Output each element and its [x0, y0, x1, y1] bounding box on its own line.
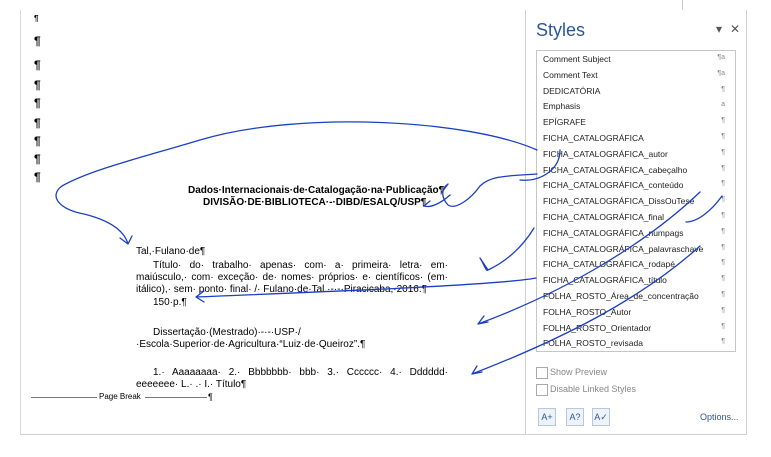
style-item-name: FICHA_CATALOGRÁFICA_cabeçalho	[543, 164, 688, 175]
style-type-icon: ¶	[721, 180, 725, 188]
style-type-icon: ¶	[721, 211, 725, 219]
style-item[interactable]: FOLHA_ROSTO_Orientador ¶	[537, 320, 735, 336]
style-item-name: FOLHA_ROSTO_Orientador	[543, 322, 652, 333]
page-break: Page Break ¶	[31, 391, 213, 403]
subjects-paragraph: 1.· Aaaaaaaa· 2.· Bbbbbbb· bbb· 3.· Cccc…	[136, 367, 448, 390]
styles-pane-title: Styles	[536, 20, 586, 40]
style-item[interactable]: Comment Subject ¶a	[537, 51, 735, 67]
style-item-name: FICHA_CATALOGRÁFICA_conteúdo	[543, 180, 684, 191]
style-item[interactable]: FOLHA_ROSTO_Área_de_concentração ¶	[537, 288, 735, 304]
style-item[interactable]: FICHA_CATALOGRÁFICA_rodapé ¶	[537, 256, 735, 272]
document-page[interactable]: ¶ ¶ ¶ ¶ ¶ ¶ ¶ ¶ ¶ Dados·Internacionais·d…	[20, 10, 526, 435]
manage-styles-icon[interactable]: A✓	[592, 408, 610, 426]
pane-menu-icon[interactable]: ▾	[716, 22, 722, 36]
pilcrow-mark: ¶	[208, 392, 213, 402]
style-item[interactable]: FOLHA_ROSTO_Autor ¶	[537, 304, 735, 320]
style-item-name: FICHA_CATALOGRÁFICA_DissOuTese	[543, 196, 695, 207]
styles-list[interactable]: Comment Subject ¶a Comment Text ¶a DEDICATÓR…	[536, 50, 736, 352]
style-item[interactable]: EPÍGRAFE ¶	[537, 114, 735, 130]
style-type-icon: ¶	[721, 196, 725, 204]
style-item[interactable]: FICHA_CATALOGRÁFICA_final ¶	[537, 209, 735, 225]
style-type-icon: ¶	[721, 164, 725, 172]
style-type-icon: ¶a	[717, 69, 725, 77]
pilcrow-mark: ¶	[34, 152, 41, 166]
pilcrow-mark: ¶	[34, 78, 41, 92]
pilcrow-mark: ¶	[34, 116, 41, 130]
style-type-icon: ¶	[721, 117, 725, 125]
pilcrow-mark: ¶	[34, 96, 41, 110]
style-item-name: FICHA_CATALOGRÁFICA_título	[543, 275, 667, 286]
style-type-icon: ¶	[721, 338, 725, 346]
title-paragraph: Título· do· trabalho· apenas· com· a· pr…	[136, 260, 448, 295]
style-item-name: Comment Subject	[543, 54, 611, 64]
style-item-name: DEDICATÓRIA	[543, 85, 601, 96]
disable-linked-styles-label: Disable Linked Styles	[550, 384, 637, 394]
style-item-name: Comment Text	[543, 69, 598, 80]
pages-line: 150·p.¶	[153, 297, 187, 308]
style-item-name: FOLHA_ROSTO_Autor	[543, 306, 632, 317]
style-type-icon: ¶	[721, 85, 725, 93]
styles-pane: Styles ▾ ✕ Comment Subject ¶a Comment Text…	[525, 10, 747, 435]
style-type-icon: ¶	[721, 259, 725, 267]
style-item-name: EPÍGRAFE	[543, 117, 586, 128]
pilcrow-mark: ¶	[34, 134, 41, 148]
author-line: Tal,·Fulano·de¶	[136, 246, 206, 257]
disable-linked-styles-checkbox[interactable]	[536, 384, 548, 396]
style-item[interactable]: FOLHA_ROSTO_revisada ¶	[537, 335, 735, 351]
style-type-icon: ¶	[721, 275, 725, 283]
page-break-label: Page Break	[99, 392, 141, 401]
style-type-icon: ¶	[721, 322, 725, 330]
style-item-name: FICHA_CATALOGRÁFICA_palavraschave	[543, 243, 704, 254]
style-item-name: FICHA_CATALOGRÁFICA_numpags	[543, 227, 684, 238]
style-item-name: Emphasis	[543, 101, 581, 112]
style-item[interactable]: FICHA_CATALOGRÁFICA ¶	[537, 130, 735, 146]
options-link[interactable]: Options...	[700, 412, 739, 422]
style-item[interactable]: FICHA_CATALOGRÁFICA_título ¶	[537, 272, 735, 288]
style-type-icon: ¶	[721, 132, 725, 140]
library-division: DIVISÃO·DE·BIBLIOTECA·-·DIBD/ESALQ/USP¶	[203, 197, 427, 208]
style-item-name: FOLHA_ROSTO_revisada	[543, 338, 643, 349]
pilcrow-mark: ¶	[34, 34, 41, 48]
style-item-name: FOLHA_ROSTO_Área_de_concentração	[543, 290, 699, 301]
style-item[interactable]: FICHA_CATALOGRÁFICA_autor ¶	[537, 146, 735, 162]
style-type-icon: ¶	[721, 243, 725, 251]
style-item[interactable]: FICHA_CATALOGRÁFICA_cabeçalho ¶	[537, 162, 735, 178]
style-item-name: FICHA_CATALOGRÁFICA	[543, 132, 644, 143]
style-type-icon: ¶	[721, 227, 725, 235]
close-icon[interactable]: ✕	[730, 22, 740, 36]
new-style-icon[interactable]: A+	[538, 408, 556, 426]
style-item[interactable]: Comment Text ¶a	[537, 67, 735, 83]
pilcrow-mark: ¶	[34, 170, 41, 184]
show-preview-checkbox[interactable]	[536, 367, 548, 379]
style-item-name: FICHA_CATALOGRÁFICA_rodapé	[543, 259, 675, 270]
style-item-name: FICHA_CATALOGRÁFICA_autor	[543, 148, 668, 159]
style-item[interactable]: DEDICATÓRIA ¶	[537, 83, 735, 99]
style-item[interactable]: FICHA_CATALOGRÁFICA_palavraschave ¶	[537, 241, 735, 257]
pilcrow-mark: ¶	[34, 58, 41, 72]
pilcrow-mark: ¶	[34, 14, 39, 23]
dissertation-paragraph: Dissertação·(Mestrado)·-·-·USP·/·Escola·…	[136, 327, 366, 350]
style-item[interactable]: FICHA_CATALOGRÁFICA_DissOuTese ¶	[537, 193, 735, 209]
style-item[interactable]: FICHA_CATALOGRÁFICA_numpags ¶	[537, 225, 735, 241]
catalog-heading: Dados·Internacionais·de·Catalogação·na·P…	[188, 185, 445, 196]
style-item-name: FICHA_CATALOGRÁFICA_final	[543, 211, 665, 222]
style-item[interactable]: FICHA_CATALOGRÁFICA_conteúdo ¶	[537, 177, 735, 193]
style-type-icon: a	[721, 101, 725, 109]
show-preview-label: Show Preview	[550, 367, 608, 377]
style-inspector-icon[interactable]: A?	[566, 408, 584, 426]
style-item[interactable]: Emphasis a	[537, 98, 735, 114]
style-type-icon: ¶	[721, 306, 725, 314]
style-type-icon: ¶	[721, 148, 725, 156]
style-type-icon: ¶a	[717, 54, 725, 61]
style-type-icon: ¶	[721, 290, 725, 298]
